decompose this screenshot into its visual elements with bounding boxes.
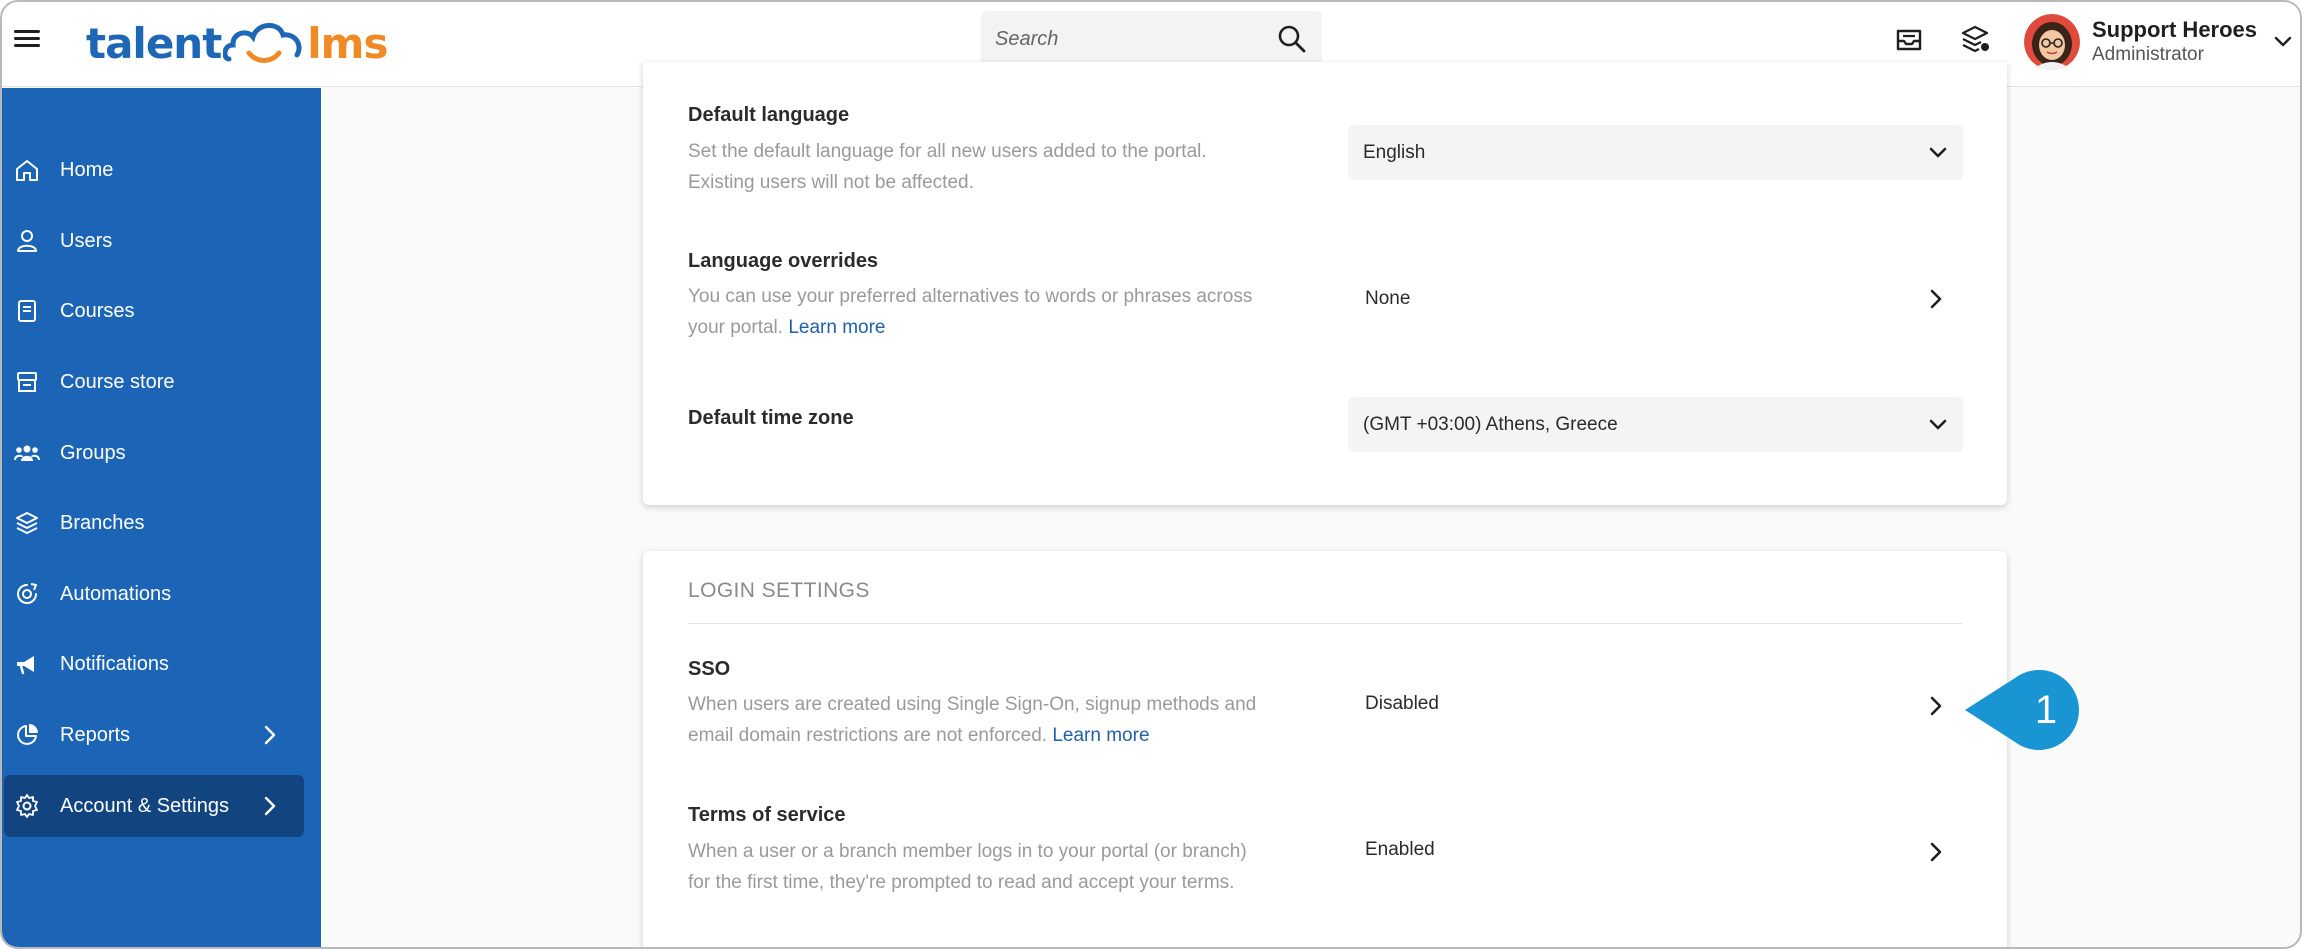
learn-more-link[interactable]: Learn more (1052, 725, 1149, 746)
sidebar-item-branches[interactable]: Branches (4, 492, 304, 554)
sidebar: Home Users Courses Course store Groups B… (2, 88, 321, 947)
language-overrides-description: You can use your preferred alternatives … (688, 281, 1308, 343)
home-icon (16, 160, 38, 181)
sso-title: SSO (688, 658, 731, 680)
search-box (981, 11, 1322, 67)
sidebar-item-label: Course store (60, 370, 175, 393)
chevron-right-icon (264, 796, 276, 816)
selected-value: (GMT +03:00) Athens, Greece (1363, 413, 1618, 435)
general-settings-card: Default language Set the default languag… (643, 62, 2007, 505)
cloud-icon (223, 23, 302, 63)
sidebar-item-label: Account & Settings (60, 794, 229, 817)
login-settings-card: LOGIN SETTINGS SSO When users are create… (643, 551, 2007, 947)
description-line: your portal. (688, 317, 784, 338)
row-value: Disabled (1365, 692, 1439, 714)
divider (688, 623, 1962, 624)
groups-icon (14, 445, 40, 461)
chevron-right-icon (264, 725, 276, 745)
sidebar-item-label: Home (60, 158, 114, 181)
sidebar-item-reports[interactable]: Reports (4, 704, 304, 766)
store-icon (17, 372, 37, 392)
description-line: email domain restrictions are not enforc… (688, 725, 1048, 746)
default-language-description: Set the default language for all new use… (688, 136, 1308, 198)
terms-of-service-row[interactable]: Enabled (1348, 822, 1963, 877)
search-input[interactable] (995, 27, 1276, 51)
megaphone-icon (17, 656, 34, 675)
sidebar-item-label: Courses (60, 299, 135, 322)
chevron-right-icon (1930, 696, 1942, 716)
menu-icon[interactable] (14, 26, 40, 52)
selected-value: English (1363, 141, 1426, 163)
sidebar-item-label: Groups (60, 441, 126, 464)
sidebar-item-account-settings[interactable]: Account & Settings (4, 775, 304, 837)
pie-chart-icon (17, 724, 38, 745)
sidebar-item-automations[interactable]: Automations (4, 563, 304, 625)
description-line: Set the default language for all new use… (688, 141, 1207, 162)
sidebar-item-label: Branches (60, 511, 145, 534)
terms-of-service-description: When a user or a branch member logs in t… (688, 836, 1308, 898)
sso-description: When users are created using Single Sign… (688, 689, 1308, 751)
logo-text-lms: lms (307, 18, 388, 68)
sidebar-item-users[interactable]: Users (4, 210, 304, 272)
sidebar-item-courses[interactable]: Courses (4, 280, 304, 342)
chevron-right-icon (1930, 289, 1942, 309)
book-icon (18, 300, 36, 322)
gear-icon (16, 794, 38, 818)
default-language-select[interactable]: English (1348, 125, 1963, 180)
default-language-title: Default language (688, 104, 850, 126)
avatar (2024, 14, 2080, 70)
layers-settings-icon[interactable] (1958, 22, 1992, 56)
sidebar-item-groups[interactable]: Groups (4, 422, 304, 484)
sidebar-item-label: Reports (60, 723, 131, 746)
sidebar-item-label: Automations (60, 582, 172, 605)
section-title: LOGIN SETTINGS (688, 579, 870, 602)
description-line: You can use your preferred alternatives … (688, 286, 1253, 307)
terms-of-service-title: Terms of service (688, 804, 846, 826)
inbox-icon[interactable] (1892, 22, 1926, 56)
chevron-right-icon (1930, 842, 1942, 862)
user-menu[interactable]: Support Heroes Administrator (2024, 10, 2294, 74)
callout-marker: 1 (1965, 670, 2079, 750)
sidebar-item-label: Users (60, 229, 113, 252)
sidebar-item-home[interactable]: Home (4, 139, 304, 201)
sidebar-item-course-store[interactable]: Course store (4, 351, 304, 413)
description-line: When users are created using Single Sign… (688, 694, 1257, 715)
sidebar-item-notifications[interactable]: Notifications (4, 633, 304, 695)
user-name: Support Heroes (2092, 17, 2258, 43)
learn-more-link[interactable]: Learn more (788, 317, 885, 338)
language-overrides-title: Language overrides (688, 250, 879, 272)
logo-text-talent: talent (86, 18, 222, 68)
description-line: Existing users will not be affected. (688, 172, 974, 193)
time-zone-select[interactable]: (GMT +03:00) Athens, Greece (1348, 397, 1963, 452)
sso-row[interactable]: Disabled (1348, 676, 1963, 731)
description-line: for the first time, they're prompted to … (688, 872, 1235, 893)
chevron-down-icon (1929, 419, 1947, 430)
language-overrides-row[interactable]: None (1348, 271, 1963, 326)
automation-icon (17, 583, 37, 604)
search-icon[interactable] (1276, 23, 1308, 55)
user-icon (17, 230, 37, 252)
layers-icon (16, 512, 38, 534)
talentlms-logo[interactable]: talent lms (86, 12, 388, 74)
chevron-down-icon (1929, 147, 1947, 158)
default-time-zone-title: Default time zone (688, 407, 854, 429)
sidebar-item-label: Notifications (60, 652, 169, 675)
user-role: Administrator (2092, 43, 2204, 65)
description-line: When a user or a branch member logs in t… (688, 841, 1247, 862)
chevron-down-icon[interactable] (2272, 30, 2294, 52)
callout-number: 1 (2035, 688, 2057, 732)
row-value: Enabled (1365, 838, 1435, 860)
row-value: None (1365, 287, 1411, 309)
app-window: talent lms Search Support Heroes Adminis… (0, 0, 2302, 949)
